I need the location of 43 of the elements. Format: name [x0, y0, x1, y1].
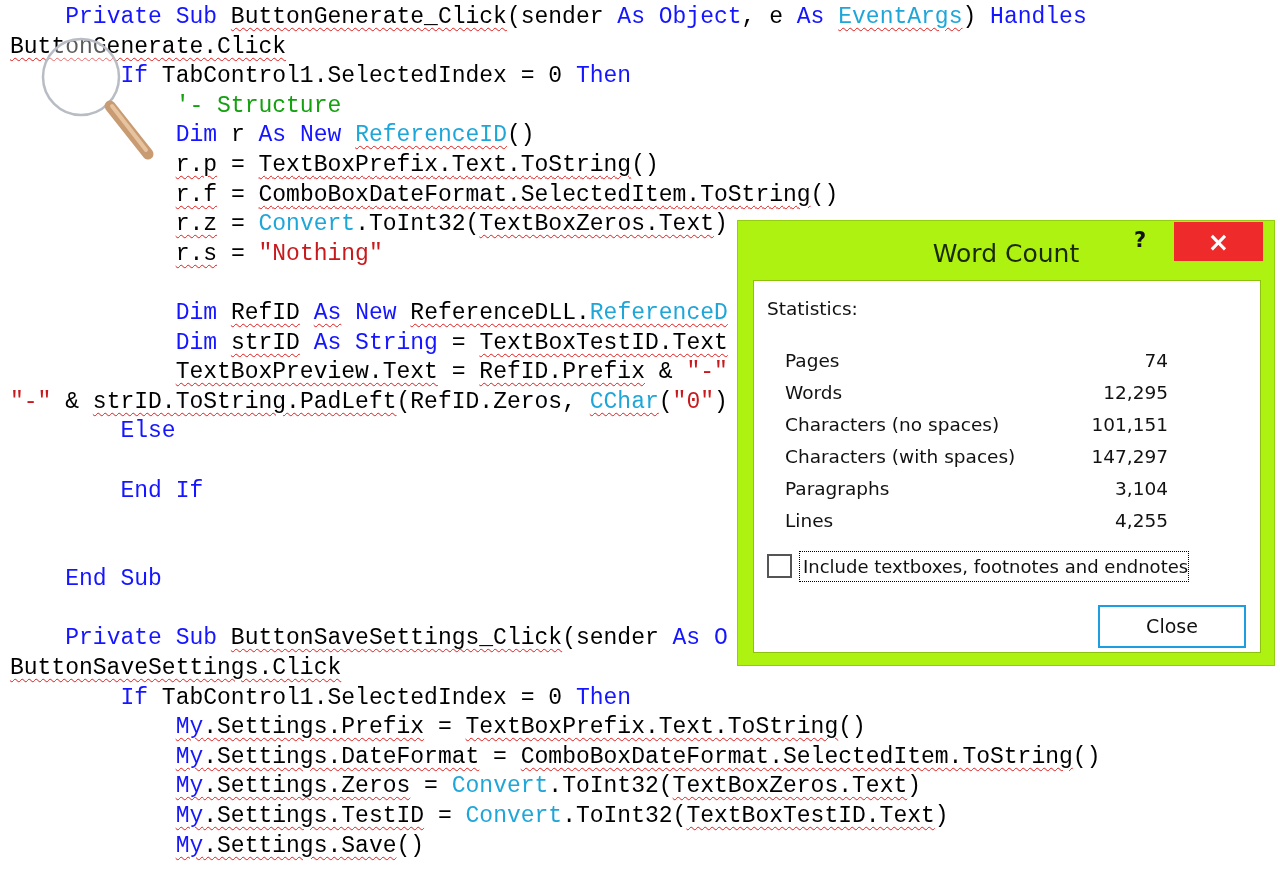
code-line: My.Settings.DateFormat = ComboBoxDateFormat.SelectedItem.ToString()	[174, 742, 1101, 772]
code-line: r.z = Convert.ToInt32(TextBoxZeros.Text)	[174, 210, 728, 240]
close-button[interactable]: ×	[1174, 222, 1263, 261]
code-line: r.s = "Nothing"	[174, 239, 383, 269]
code-line: r.f = ComboBoxDateFormat.SelectedItem.ToString()	[174, 180, 839, 210]
code-line: Dim r As New ReferenceID()	[174, 121, 535, 151]
stat-value: 3,104	[1115, 476, 1168, 501]
help-button[interactable]: ?	[1134, 225, 1147, 257]
close-button[interactable]: Close	[1098, 604, 1246, 648]
stat-label: Characters (no spaces)	[785, 412, 1000, 437]
checkbox[interactable]	[767, 554, 792, 579]
stat-label: Words	[785, 380, 843, 405]
code-line: r.p = TextBoxPrefix.Text.ToString()	[174, 150, 659, 180]
code-line: Private Sub ButtonSaveSettings_Click(sender As O	[64, 624, 728, 654]
dialog-title: Word Count	[932, 238, 1080, 270]
section-label: Statistics:	[767, 297, 859, 321]
code-line: If TabControl1.SelectedIndex = 0 Then	[119, 683, 632, 713]
code-line: ButtonSaveSettings.Click	[10, 654, 342, 684]
code-line: Else	[119, 417, 176, 447]
stat-value: 147,297	[1091, 444, 1168, 469]
stat-value: 101,151	[1091, 412, 1168, 437]
code-line: Dim strID As String = TextBoxTestID.Text	[174, 328, 728, 358]
code-line: My.Settings.TestID = Convert.ToInt32(TextBoxTestID.Text)	[174, 802, 949, 832]
checkbox-label[interactable]: Include textboxes, footnotes and endnotes	[799, 550, 1190, 582]
stat-value: 4,255	[1115, 508, 1168, 533]
code-line: If TabControl1.SelectedIndex = 0 Then	[119, 62, 632, 92]
code-line: End If	[119, 476, 204, 506]
stat-value: 74	[1144, 348, 1168, 373]
code-line: ButtonGenerate.Click	[10, 32, 287, 62]
code-line: My.Settings.Save()	[174, 831, 425, 861]
code-line: Private Sub ButtonGenerate_Click(sender As Object, e As EventArgs) Handles	[64, 3, 1087, 32]
code-line: '- Structure	[174, 91, 342, 121]
stat-value: 12,295	[1103, 380, 1168, 405]
stat-label: Pages	[785, 348, 840, 373]
code-line: "-" & strID.ToString.PadLeft(RefID.Zeros, CChar("0")	[10, 387, 728, 417]
code-line: Dim RefID As New ReferenceDLL.ReferenceD	[174, 298, 728, 328]
stat-label: Characters (with spaces)	[785, 444, 1016, 469]
stat-label: Lines	[785, 508, 834, 533]
code-line: My.Settings.Zeros = Convert.ToInt32(TextBoxZeros.Text)	[174, 772, 922, 802]
code-line: My.Settings.Prefix = TextBoxPrefix.Text.ToString()	[174, 713, 866, 743]
code-line: TextBoxPreview.Text = RefID.Prefix & "-"	[174, 358, 728, 388]
code-line: End Sub	[64, 565, 162, 595]
stat-label: Paragraphs	[785, 476, 890, 501]
